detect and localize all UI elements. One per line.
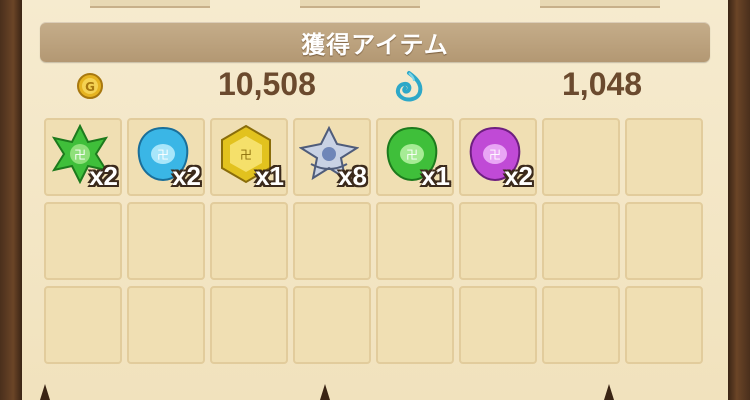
empty-slot <box>127 286 205 364</box>
empty-slot <box>293 202 371 280</box>
svg-text:卍: 卍 <box>74 148 86 162</box>
item-quantity: x1 <box>421 161 450 191</box>
blue-spirit-icon <box>395 71 423 102</box>
item-slot[interactable]: x8 <box>293 118 371 196</box>
svg-text:卍: 卍 <box>406 148 418 162</box>
svg-text:卍: 卍 <box>489 148 501 162</box>
top-divider <box>540 0 660 8</box>
empty-slot <box>44 286 122 364</box>
item-slot[interactable]: 卍 x1 <box>376 118 454 196</box>
resource-row: G 10,508 1,048 <box>0 64 750 108</box>
empty-slot <box>625 118 703 196</box>
empty-slot <box>44 202 122 280</box>
empty-slot <box>625 202 703 280</box>
item-quantity: x8 <box>338 161 367 191</box>
empty-slot <box>210 286 288 364</box>
svg-text:G: G <box>85 80 95 94</box>
item-slot[interactable]: 卍 x2 <box>127 118 205 196</box>
header-title: 獲得アイテム <box>301 30 449 59</box>
frame-left-edge <box>0 0 22 400</box>
item-quantity: x2 <box>172 161 201 191</box>
item-slot[interactable]: 卍 x1 <box>210 118 288 196</box>
spirit-amount: 1,048 <box>562 66 643 102</box>
empty-slot <box>542 286 620 364</box>
frame-spike <box>604 384 614 400</box>
empty-slot <box>210 202 288 280</box>
gold-amount: 10,508 <box>218 66 316 102</box>
empty-slot <box>459 202 537 280</box>
header-bar: 獲得アイテム <box>40 22 710 62</box>
gold-coin-icon: G <box>77 73 103 99</box>
empty-slot <box>542 202 620 280</box>
svg-text:卍: 卍 <box>240 148 252 162</box>
item-quantity: x2 <box>89 161 118 191</box>
item-quantity: x1 <box>255 161 284 191</box>
item-slot[interactable]: 卍 x2 <box>459 118 537 196</box>
top-divider <box>90 0 210 8</box>
empty-slot <box>127 202 205 280</box>
item-slot[interactable]: 卍 x2 <box>44 118 122 196</box>
reward-panel: 獲得アイテム G 10,508 1,048 卍 x2 卍 x2 卍 x1 x8 … <box>0 0 750 400</box>
top-divider <box>300 0 420 8</box>
empty-slot <box>376 202 454 280</box>
empty-slot <box>542 118 620 196</box>
empty-slot <box>625 286 703 364</box>
frame-spike <box>320 384 330 400</box>
empty-slot <box>376 286 454 364</box>
frame-right-edge <box>728 0 750 400</box>
frame-spike <box>40 384 50 400</box>
empty-slot <box>459 286 537 364</box>
item-quantity: x2 <box>504 161 533 191</box>
svg-text:卍: 卍 <box>157 148 169 162</box>
empty-slot <box>293 286 371 364</box>
item-grid: 卍 x2 卍 x2 卍 x1 x8 卍 x1 卍 x2 <box>44 118 708 400</box>
